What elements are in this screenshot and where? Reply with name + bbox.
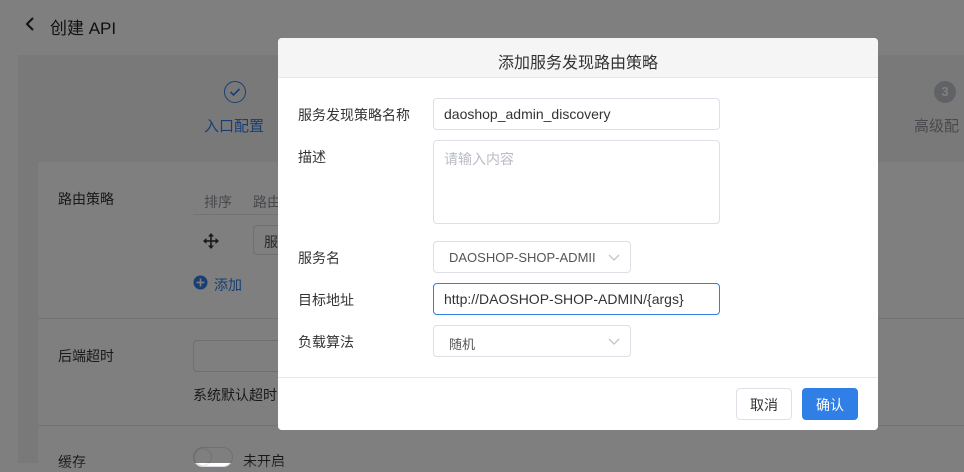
service-name-value: DAOSHOP-SHOP-ADMII xyxy=(449,250,596,265)
target-address-input[interactable] xyxy=(433,283,720,315)
description-label: 描述 xyxy=(298,149,326,165)
load-balance-label: 负载算法 xyxy=(298,334,354,350)
dialog-title: 添加服务发现路由策略 xyxy=(497,55,658,72)
chevron-down-icon xyxy=(608,254,620,261)
service-name-select[interactable]: DAOSHOP-SHOP-ADMII xyxy=(433,241,631,273)
service-name-label: 服务名 xyxy=(298,250,340,266)
load-balance-value: 随机 xyxy=(449,337,476,352)
load-balance-select[interactable]: 随机 xyxy=(433,325,631,357)
chevron-down-icon xyxy=(608,338,620,345)
add-discovery-dialog: 添加服务发现路由策略 服务发现策略名称 描述 服务名 DAOSHOP-SHOP-… xyxy=(278,38,878,430)
policy-name-input[interactable] xyxy=(433,98,720,130)
target-address-label: 目标地址 xyxy=(298,292,354,308)
confirm-button[interactable]: 确认 xyxy=(802,388,858,420)
description-textarea[interactable] xyxy=(433,140,720,224)
dialog-header: 添加服务发现路由策略 xyxy=(278,38,878,78)
policy-name-label: 服务发现策略名称 xyxy=(298,107,410,123)
dialog-footer: 取消 确认 xyxy=(278,377,878,430)
cancel-button[interactable]: 取消 xyxy=(736,388,792,420)
